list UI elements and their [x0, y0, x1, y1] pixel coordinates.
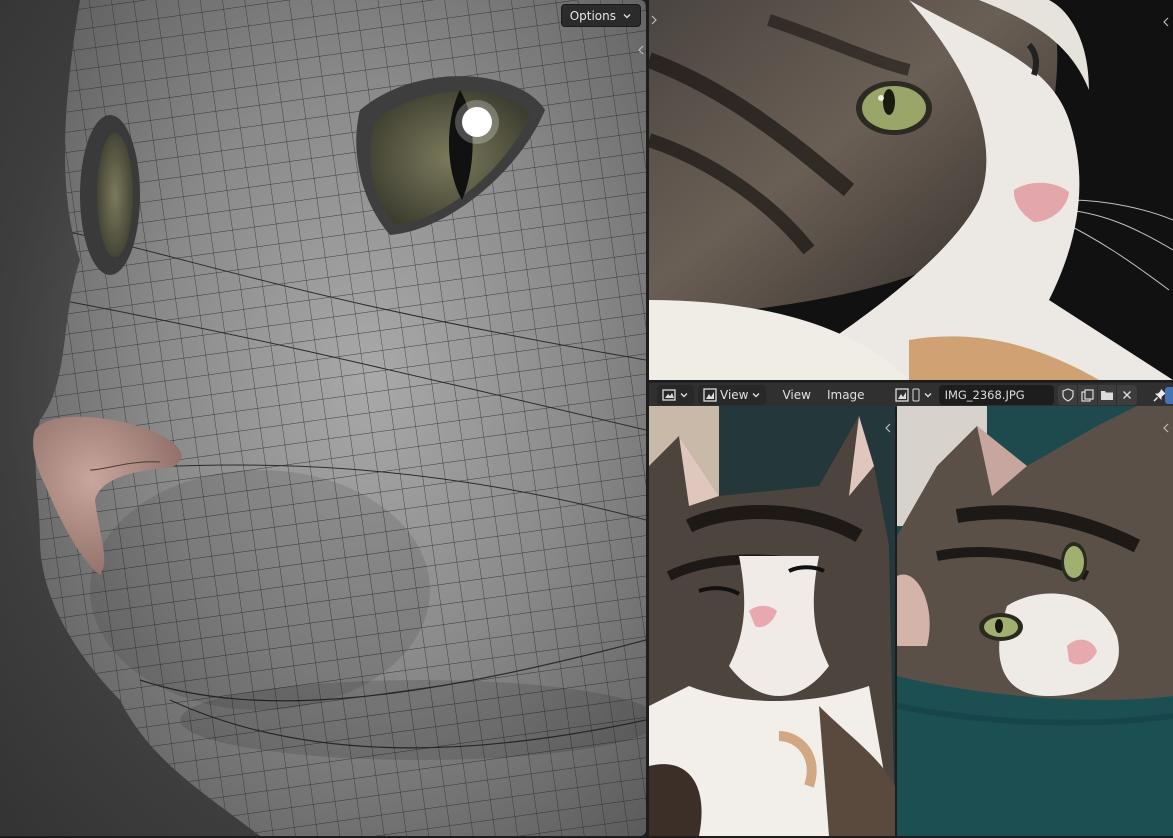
mode-label: View: [720, 388, 749, 402]
close-icon: [1123, 391, 1132, 399]
open-image-button[interactable]: [1098, 385, 1118, 405]
image-view-icon: [703, 388, 717, 402]
chevron-down-icon: [924, 393, 932, 398]
right-collapse-arrow-icon[interactable]: [1161, 16, 1171, 28]
mode-dropdown[interactable]: View: [698, 385, 767, 405]
options-label: Options: [569, 8, 616, 23]
menu-image[interactable]: Image: [821, 385, 871, 405]
reference-image-top[interactable]: [649, 0, 1173, 380]
fake-user-button[interactable]: [1058, 385, 1079, 405]
sidebar-toggle-tab[interactable]: [1165, 387, 1173, 404]
cat-closeup-photo: [649, 0, 1173, 380]
cat-lying-photo: [897, 406, 1173, 836]
fake-user-shield-icon: [1062, 388, 1074, 402]
reference-image-bottom-right[interactable]: [897, 406, 1173, 836]
duplicate-button[interactable]: [1078, 385, 1098, 405]
cat-closed-eyes-photo: [649, 406, 895, 836]
chevron-down-icon: [680, 393, 688, 398]
editor-type-button[interactable]: [657, 385, 694, 405]
image-name-field[interactable]: IMG_2368.JPG: [938, 385, 1055, 405]
image-browse-icon: [894, 388, 909, 402]
cat-head-mesh: [33, 0, 646, 836]
viewport-options-button[interactable]: Options: [560, 4, 641, 27]
unlink-image-button[interactable]: [1117, 385, 1137, 405]
open-folder-icon: [1101, 391, 1114, 400]
chevron-down-icon: [752, 393, 760, 398]
reference-image-bottom-left[interactable]: [649, 406, 895, 836]
image-browse-button[interactable]: [893, 385, 935, 405]
browse-arrows-icon: [912, 388, 920, 402]
image-editor-icon: [662, 389, 676, 401]
chevron-down-icon: [623, 13, 631, 18]
duplicate-icon: [1081, 388, 1094, 402]
right-collapse-arrow-icon[interactable]: [883, 422, 893, 434]
image-editor-header: View View Image IMG_2368.JPG: [649, 382, 1173, 407]
left-collapse-arrow-icon[interactable]: [649, 14, 659, 26]
right-collapse-arrow-icon[interactable]: [1161, 422, 1171, 434]
3d-viewport[interactable]: Options: [0, 0, 646, 836]
sidebar-collapse-arrow-icon[interactable]: [636, 44, 646, 56]
image-datablock-buttons: [1058, 385, 1137, 405]
menu-view[interactable]: View: [776, 385, 816, 405]
